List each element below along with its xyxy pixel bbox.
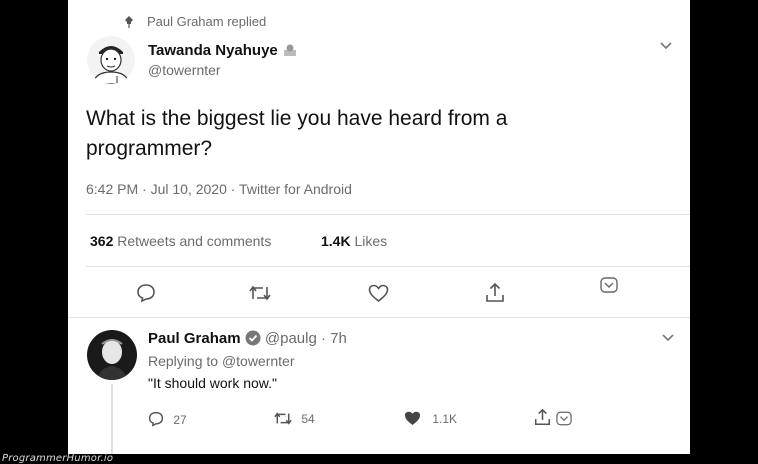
watermark: ProgrammerHumor.io [2,453,114,464]
reply-like-action[interactable]: 1.1K [404,411,457,429]
author-handle[interactable]: @towernter [148,62,221,78]
author-name[interactable]: Tawanda Nyahuye [148,42,298,59]
tweet-text: What is the biggest lie you have heard f… [86,104,507,164]
like-count: 1.1K [432,412,458,426]
heart-icon [404,411,421,429]
tweet-text-line1: What is the biggest lie you have heard f… [86,107,508,130]
pin-icon [124,16,134,28]
retweet-count: 54 [301,412,315,426]
retweets-label: Retweets and comments [117,233,272,249]
reply-thread-line [111,384,113,454]
likes-label: Likes [354,233,388,249]
reply-share-action[interactable] [534,408,573,431]
chevron-down-icon[interactable] [660,42,672,50]
tweet-meta: 6:42 PM · Jul 10, 2020 · Twitter for And… [86,181,352,197]
share-dropdown-icon [556,411,573,431]
reply-time[interactable]: · 7h [321,330,347,347]
comment-icon [148,411,164,430]
replying-to-handle[interactable]: @towernter [222,353,295,369]
reply-header: Paul Graham @paulg · 7h [148,330,347,347]
divider [86,266,690,267]
replying-to-prefix: Replying to [148,353,219,369]
tweet-card: Paul Graham replied Tawanda Nyahuye @tow… [68,0,690,454]
likes-count: 1.4K [321,233,351,249]
divider [86,214,690,215]
retweet-icon [274,411,292,429]
share-icon [534,408,551,431]
share-dropdown-icon[interactable] [600,277,618,293]
verified-badge-icon [245,330,261,346]
retweets-stat[interactable]: 362 Retweets and comments [90,233,271,249]
reply-comment-action[interactable]: 27 [148,411,187,430]
replied-label: Paul Graham replied [147,14,267,29]
tweet-text-line2: programmer? [86,137,213,160]
reply-count: 27 [173,413,187,427]
divider [68,317,690,318]
reply-retweet-action[interactable]: 54 [274,411,315,429]
share-icon[interactable] [485,282,505,303]
replying-to: Replying to @towernter [148,353,295,369]
reply-text: "It should work now." [148,375,278,391]
reply-author-handle[interactable]: @paulg [265,330,317,347]
reply-author-name[interactable]: Paul Graham [148,330,241,347]
reply-chevron-down-icon[interactable] [662,334,674,342]
likes-stat[interactable]: 1.4K Likes [321,233,387,249]
reply-avatar[interactable] [87,330,137,380]
retweet-icon[interactable] [249,284,271,302]
heart-icon[interactable] [368,284,389,303]
author-avatar[interactable] [87,36,135,84]
author-emoji-icon [282,43,298,57]
retweets-count: 362 [90,233,114,249]
comment-icon[interactable] [136,283,156,303]
